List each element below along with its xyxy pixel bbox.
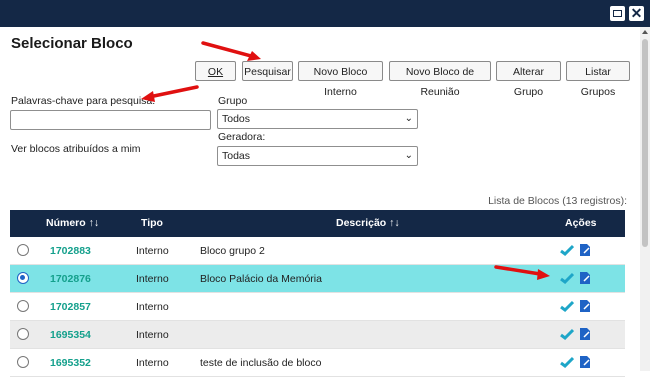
sort-icon: ↑↓ bbox=[88, 217, 100, 229]
sort-icon: ↑↓ bbox=[389, 217, 400, 229]
edit-document-icon[interactable] bbox=[579, 355, 591, 372]
keywords-label: Palavras-chave para pesquisa: bbox=[11, 95, 156, 107]
edit-document-icon[interactable] bbox=[579, 327, 591, 344]
checkmark-icon[interactable] bbox=[560, 300, 575, 315]
row-radio[interactable] bbox=[17, 300, 29, 312]
edit-document-icon[interactable] bbox=[579, 271, 591, 288]
checkmark-icon[interactable] bbox=[560, 244, 575, 259]
row-numero-link[interactable]: 1702857 bbox=[50, 301, 91, 313]
edit-document-icon[interactable] bbox=[579, 243, 591, 260]
checkmark-icon[interactable] bbox=[560, 272, 575, 287]
row-numero-link[interactable]: 1702876 bbox=[50, 273, 91, 285]
row-numero-link[interactable]: 1695352 bbox=[50, 357, 91, 369]
table-row[interactable]: 1702883 Interno Bloco grupo 2 bbox=[10, 237, 625, 265]
table-row[interactable]: 1695354 Interno bbox=[10, 321, 625, 349]
novo-bloco-interno-button[interactable]: Novo Bloco Interno bbox=[298, 61, 383, 98]
assigned-to-me-label[interactable]: Ver blocos atribuídos a mim bbox=[11, 143, 141, 155]
row-numero-link[interactable]: 1702883 bbox=[50, 245, 91, 257]
header-descricao[interactable]: Descrição ↑↓ bbox=[336, 217, 400, 229]
table-caption: Lista de Blocos (13 registros): bbox=[488, 195, 627, 207]
header-acoes: Ações bbox=[565, 217, 597, 229]
row-tipo: Interno bbox=[136, 357, 169, 369]
checkmark-icon[interactable] bbox=[560, 356, 575, 371]
row-tipo: Interno bbox=[136, 245, 169, 257]
table-header: Número ↑↓ Tipo Descrição ↑↓ Ações bbox=[10, 210, 625, 237]
row-radio[interactable] bbox=[17, 272, 29, 284]
grupo-selected-value: Todos bbox=[222, 113, 251, 125]
table-body: 1702883 Interno Bloco grupo 2 1702876 Intern… bbox=[10, 237, 625, 377]
listar-grupos-button[interactable]: Listar Grupos bbox=[566, 61, 630, 98]
page-title: Selecionar Bloco bbox=[11, 35, 133, 52]
chevron-down-icon: ⌄ bbox=[404, 113, 413, 124]
geradora-select[interactable]: Todas ⌄ bbox=[217, 146, 418, 166]
scroll-up-icon[interactable] bbox=[642, 30, 648, 34]
row-numero-link[interactable]: 1695354 bbox=[50, 329, 91, 341]
edit-document-icon[interactable] bbox=[579, 299, 591, 316]
annotation-arrow bbox=[141, 85, 199, 102]
row-tipo: Interno bbox=[136, 273, 169, 285]
keywords-input[interactable] bbox=[10, 110, 211, 130]
row-tipo: Interno bbox=[136, 329, 169, 341]
checkmark-icon[interactable] bbox=[560, 328, 575, 343]
annotation-arrow bbox=[201, 41, 261, 61]
row-descricao: teste de inclusão de bloco bbox=[200, 357, 322, 369]
window-titlebar: ✕ bbox=[0, 0, 650, 27]
novo-bloco-reuniao-button[interactable]: Novo Bloco de Reunião bbox=[389, 61, 491, 98]
grupo-label: Grupo bbox=[218, 95, 248, 107]
vertical-scrollbar[interactable] bbox=[640, 27, 650, 371]
row-descricao: Bloco Palácio da Memória bbox=[200, 273, 322, 285]
table-row[interactable]: 1702857 Interno bbox=[10, 293, 625, 321]
geradora-label: Geradora: bbox=[218, 131, 266, 143]
row-descricao: Bloco grupo 2 bbox=[200, 245, 265, 257]
close-glyph: ✕ bbox=[630, 5, 643, 21]
chevron-down-icon: ⌄ bbox=[404, 150, 413, 161]
maximize-icon[interactable] bbox=[610, 6, 625, 21]
table-row[interactable]: 1695352 Interno teste de inclusão de bloco bbox=[10, 349, 625, 377]
scrollbar-thumb[interactable] bbox=[642, 39, 648, 247]
blocks-table: Número ↑↓ Tipo Descrição ↑↓ Ações 170288… bbox=[10, 210, 625, 377]
alterar-grupo-button[interactable]: Alterar Grupo bbox=[496, 61, 561, 98]
row-radio[interactable] bbox=[17, 356, 29, 368]
grupo-select[interactable]: Todos ⌄ bbox=[217, 109, 418, 129]
close-icon[interactable]: ✕ bbox=[629, 5, 644, 21]
header-numero[interactable]: Número ↑↓ bbox=[46, 217, 99, 229]
header-tipo: Tipo bbox=[141, 217, 163, 229]
row-tipo: Interno bbox=[136, 301, 169, 313]
row-radio[interactable] bbox=[17, 244, 29, 256]
dialog-content: Selecionar Bloco OK Pesquisar Novo Bloco… bbox=[0, 27, 640, 377]
geradora-selected-value: Todas bbox=[222, 150, 251, 162]
annotation-arrow bbox=[494, 265, 550, 280]
row-radio[interactable] bbox=[17, 328, 29, 340]
